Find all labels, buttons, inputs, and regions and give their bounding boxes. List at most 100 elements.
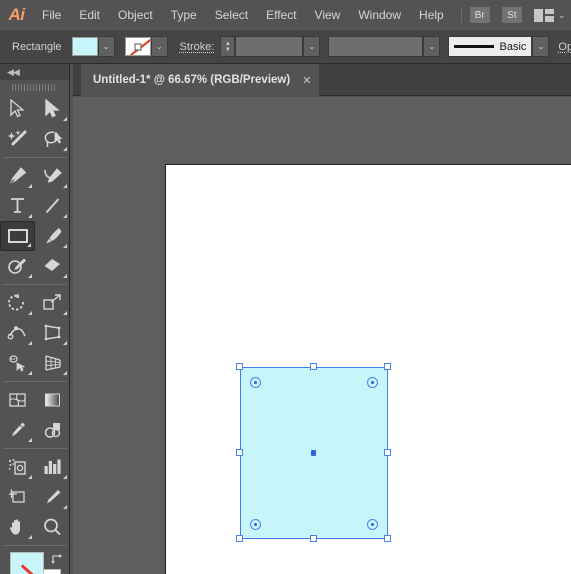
- brush-definition-label: Basic: [499, 40, 527, 53]
- stock-button[interactable]: St: [501, 7, 522, 23]
- brush-definition-chevron-down-icon[interactable]: ⌄: [532, 36, 550, 57]
- tool-divider: [3, 381, 67, 382]
- tool-group-selection: [0, 94, 70, 154]
- stroke-weight-label: Stroke:: [179, 40, 215, 53]
- menu-item-edit[interactable]: Edit: [70, 0, 109, 30]
- workspace-chevron-down-icon: ⌄: [557, 9, 566, 20]
- tool-divider: [3, 448, 67, 449]
- column-graph-tool[interactable]: [35, 452, 70, 482]
- document-tab[interactable]: Untitled-1* @ 66.67% (RGB/Preview) ✕: [81, 64, 320, 96]
- flyout-indicator-icon: [63, 147, 67, 151]
- menu-item-window[interactable]: Window: [349, 0, 410, 30]
- symbol-sprayer-tool[interactable]: [0, 452, 35, 482]
- flyout-indicator-icon: [63, 341, 67, 345]
- illustrator-window: Ai File Edit Object Type Select Effect V…: [0, 0, 571, 574]
- tool-divider: [3, 545, 67, 546]
- direct-selection-tool[interactable]: [35, 94, 70, 124]
- brush-definition-field[interactable]: Basic: [448, 36, 533, 57]
- menu-item-view[interactable]: View: [306, 0, 350, 30]
- variable-width-profile-input[interactable]: [328, 36, 424, 57]
- menu-item-select[interactable]: Select: [206, 0, 257, 30]
- free-transform-tool[interactable]: [35, 318, 70, 348]
- tool-group-color: [0, 385, 70, 445]
- curvature-tool[interactable]: [35, 161, 70, 191]
- flyout-indicator-icon: [28, 184, 32, 188]
- app-logo: Ai: [8, 5, 25, 24]
- shape-builder-tool[interactable]: [0, 348, 35, 378]
- stroke-weight-control[interactable]: ▲ ▼ ⌄: [220, 36, 321, 57]
- type-tool[interactable]: [0, 191, 35, 221]
- eyedropper-tool[interactable]: [0, 415, 35, 445]
- artboard[interactable]: [165, 164, 571, 574]
- stroke-weight-chevron-down-icon[interactable]: ⌄: [303, 36, 321, 57]
- flyout-indicator-icon: [63, 184, 67, 188]
- magic-wand-tool[interactable]: [0, 124, 35, 154]
- artboard-tool[interactable]: [0, 482, 35, 512]
- flyout-indicator-icon: [28, 274, 32, 278]
- menu-item-effect[interactable]: Effect: [257, 0, 305, 30]
- blend-tool[interactable]: [35, 415, 70, 445]
- tool-group-symbols: [0, 452, 70, 542]
- mesh-tool[interactable]: [0, 385, 35, 415]
- width-tool[interactable]: [0, 318, 35, 348]
- zoom-tool[interactable]: [35, 512, 70, 542]
- flyout-indicator-icon: [28, 438, 32, 442]
- menu-bar: Ai File Edit Object Type Select Effect V…: [0, 0, 571, 30]
- tool-panel-header: ◀◀: [0, 64, 69, 80]
- brush-stroke-preview-icon: [454, 45, 494, 48]
- document-tab-title: Untitled-1* @ 66.67% (RGB/Preview): [93, 74, 291, 86]
- flyout-indicator-icon: [27, 243, 31, 247]
- menu-item-object[interactable]: Object: [109, 0, 162, 30]
- slice-tool[interactable]: [35, 482, 70, 512]
- fill-dropdown-chevron-down-icon[interactable]: ⌄: [97, 36, 115, 57]
- flyout-indicator-icon: [28, 214, 32, 218]
- tool-divider: [3, 284, 67, 285]
- arrange-documents-button[interactable]: ⌄: [533, 8, 566, 22]
- menu-item-type[interactable]: Type: [162, 0, 206, 30]
- flyout-indicator-icon: [28, 371, 32, 375]
- close-icon[interactable]: ✕: [302, 74, 311, 87]
- flyout-indicator-icon: [63, 244, 67, 248]
- stroke-swatch-none-icon[interactable]: [124, 37, 151, 56]
- menu-item-help[interactable]: Help: [410, 0, 453, 30]
- stroke-dropdown-chevron-down-icon[interactable]: ⌄: [150, 36, 168, 57]
- pen-tool[interactable]: [0, 161, 35, 191]
- paintbrush-tool[interactable]: [35, 221, 70, 251]
- flyout-indicator-icon: [28, 341, 32, 345]
- scale-tool[interactable]: [35, 288, 70, 318]
- swap-fill-stroke-icon[interactable]: [50, 552, 64, 566]
- flyout-indicator-icon: [28, 535, 32, 539]
- hand-tool[interactable]: [0, 512, 35, 542]
- perspective-grid-tool[interactable]: [35, 348, 70, 378]
- flyout-indicator-icon: [63, 371, 67, 375]
- variable-width-control[interactable]: ⌄: [328, 36, 441, 57]
- canvas-area[interactable]: [73, 97, 571, 574]
- fill-control[interactable]: ⌄: [71, 36, 115, 57]
- gradient-tool[interactable]: [35, 385, 70, 415]
- rectangle-tool[interactable]: [0, 221, 35, 251]
- flyout-indicator-icon: [63, 505, 67, 509]
- flyout-indicator-icon: [63, 274, 67, 278]
- collapse-panel-icon[interactable]: ◀◀: [7, 67, 20, 78]
- brush-definition-control[interactable]: Basic ⌄: [448, 36, 550, 57]
- rotate-tool[interactable]: [0, 288, 35, 318]
- tool-panel-grip[interactable]: [0, 80, 69, 94]
- fill-swatch[interactable]: [71, 37, 98, 56]
- opacity-label: Opacity: [558, 40, 571, 53]
- menu-divider: [460, 7, 462, 23]
- shaper-tool[interactable]: [0, 251, 35, 281]
- stroke-weight-input[interactable]: [235, 36, 304, 57]
- flyout-indicator-icon: [63, 117, 67, 121]
- selection-tool[interactable]: [0, 94, 35, 124]
- menu-item-file[interactable]: File: [33, 0, 70, 30]
- stroke-color-control[interactable]: ⌄: [124, 36, 168, 57]
- eraser-tool[interactable]: [35, 251, 70, 281]
- flyout-indicator-icon: [63, 311, 67, 315]
- lasso-tool[interactable]: [35, 124, 70, 154]
- fill-stroke-indicator: [0, 550, 70, 574]
- variable-width-chevron-down-icon[interactable]: ⌄: [423, 36, 441, 57]
- bridge-button[interactable]: Br: [469, 7, 490, 23]
- stroke-weight-stepper[interactable]: ▲ ▼: [220, 36, 236, 57]
- arrange-documents-icon: [533, 8, 554, 22]
- line-segment-tool[interactable]: [35, 191, 70, 221]
